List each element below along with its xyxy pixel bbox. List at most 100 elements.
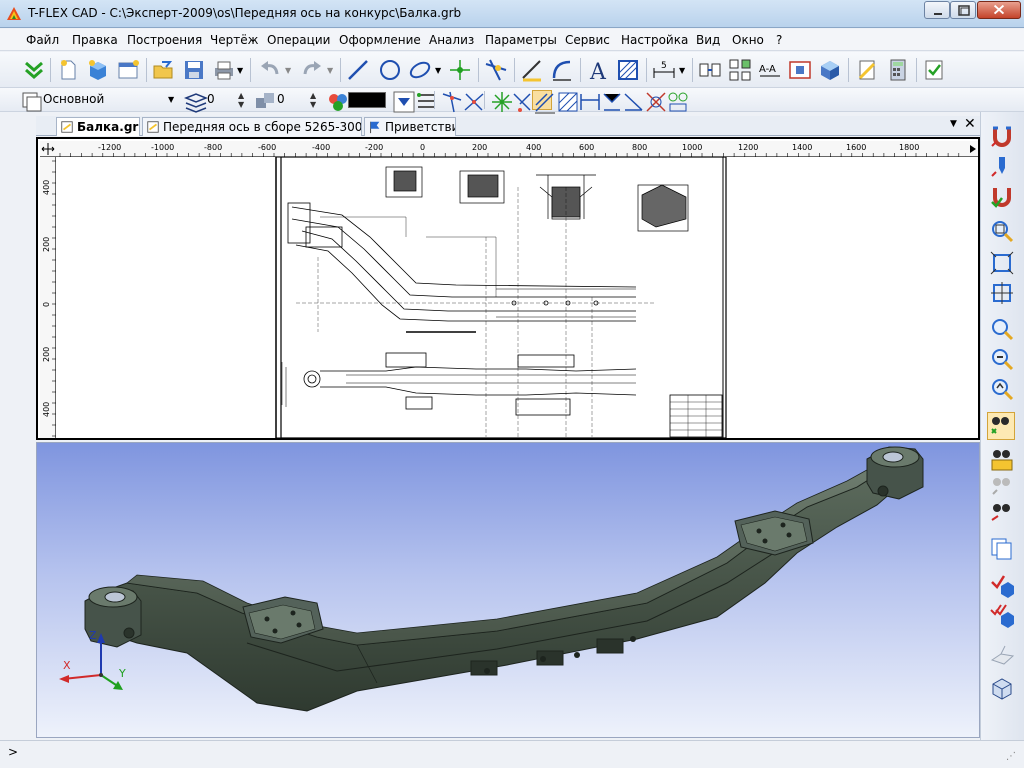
show-points-icon[interactable] [987,412,1015,440]
ruler-tick: 800 [632,143,647,152]
list-filter-icon[interactable] [414,90,434,108]
print-icon[interactable] [212,58,236,82]
hatch-snap-icon[interactable] [556,90,578,112]
edit-construction-icon[interactable] [484,58,508,82]
fit-all-icon[interactable] [989,250,1015,276]
close-button[interactable] [977,1,1021,19]
redo-dropdown-icon[interactable]: ▼ [327,66,333,75]
magnet-check-icon[interactable] [989,184,1015,210]
snap-intersect-icon[interactable] [510,90,531,112]
maximize-button[interactable] [950,1,976,19]
close-tab-icon[interactable]: ✕ [964,116,976,132]
3d-cube-icon[interactable] [989,676,1015,702]
dimension-snap-icon[interactable] [578,90,600,110]
line-icon[interactable] [346,58,370,82]
fillet-icon[interactable] [550,58,574,82]
attributes-icon[interactable]: A-A [758,58,782,82]
ruler-tick: -200 [365,143,383,152]
menu-annotation[interactable]: Оформление [339,33,421,47]
fragment-icon[interactable] [698,58,722,82]
color-swatch[interactable] [348,92,386,108]
zoom-in-icon[interactable] [989,316,1015,342]
menu-operations[interactable]: Операции [267,33,330,47]
zoom-window-icon[interactable] [989,218,1015,244]
tab-label: Приветствие [385,120,455,134]
bom-icon[interactable] [856,58,880,82]
zoom-out-icon[interactable] [989,346,1015,372]
dimension-icon[interactable]: 5 [652,58,676,82]
grid-snap-icon[interactable] [666,90,688,112]
ellipse-dropdown-icon[interactable]: ▼ [435,66,441,75]
snap-1-icon[interactable] [440,90,462,113]
dimension-dropdown-icon[interactable]: ▼ [679,66,685,75]
menu-view[interactable]: Вид [696,33,720,47]
multi-check-model-icon[interactable] [989,602,1015,628]
menu-analysis[interactable]: Анализ [429,33,474,47]
command-prompt[interactable]: > [8,745,18,759]
menu-drawing[interactable]: Чертёж [210,33,258,47]
magnet-snap-icon[interactable] [989,124,1015,150]
tab-welcome[interactable]: Приветствие [364,117,456,136]
tab-balka[interactable]: Балка.grb [56,117,140,136]
zoom-previous-icon[interactable] [989,376,1015,402]
show-hidden-icon[interactable] [989,446,1015,472]
hatch-icon[interactable] [616,58,640,82]
new-drawing-icon[interactable] [116,58,140,82]
view-icon[interactable] [788,58,812,82]
snap-active-icon[interactable] [532,90,555,114]
check-document-icon[interactable] [922,58,946,82]
drawing-viewport[interactable]: -1200 -1000 -800 -600 -400 -200 0 200 40… [36,137,980,440]
fit-page-icon[interactable] [989,280,1015,306]
circle-icon[interactable] [378,58,402,82]
new-document-icon[interactable] [56,58,80,82]
snap-2-icon[interactable] [462,90,484,111]
page-select[interactable]: Основной [40,91,178,109]
menu-edit[interactable]: Правка [72,33,118,47]
minimize-button[interactable] [924,1,950,19]
new-3d-model-icon[interactable] [86,58,110,82]
level-spinner-icon[interactable]: ▲ ▼ [310,91,316,109]
filter-icon[interactable] [392,90,415,113]
confirm-icon[interactable] [22,58,46,82]
3d-view-icon[interactable] [818,58,842,82]
angle-snap-icon[interactable] [622,90,643,111]
redo-icon[interactable] [300,58,324,82]
menu-window[interactable]: Окно [732,33,764,47]
page-dropdown-icon[interactable]: ▼ [168,95,174,104]
tangent-snap-icon[interactable] [644,90,666,112]
ellipse-icon[interactable] [408,58,432,82]
color-palette-icon[interactable] [326,90,347,111]
menu-settings[interactable]: Настройка [621,33,688,47]
text-icon[interactable]: A [586,58,610,85]
calculator-icon[interactable] [886,58,910,82]
draw-line-icon[interactable] [520,58,544,82]
save-icon[interactable] [182,58,206,82]
check-model-icon[interactable] [989,572,1015,598]
menu-file[interactable]: Файл [26,33,59,47]
layer-spinner-icon[interactable]: ▲ ▼ [238,91,244,109]
print-dropdown-icon[interactable]: ▼ [237,66,243,75]
undo-dropdown-icon[interactable]: ▼ [285,66,291,75]
show-construction-icon[interactable] [989,500,1015,526]
resize-grip-icon[interactable]: ⋰ [1006,751,1016,762]
menu-parameters[interactable]: Параметры [485,33,557,47]
snap-node-icon[interactable] [490,90,512,112]
document-tabs: Балка.grb Передняя ось в сборе 5265-3000… [36,116,980,136]
align-snap-icon[interactable] [600,90,621,111]
probe-icon[interactable] [989,154,1015,180]
ruler-origin-icon[interactable] [41,143,55,155]
structure-icon[interactable] [728,58,752,82]
open-icon[interactable] [152,58,176,82]
3d-viewport[interactable]: X Y Z [36,442,980,738]
menu-service[interactable]: Сервис [565,33,610,47]
ruler-tick: -1000 [151,143,174,152]
tabs-dropdown-icon[interactable]: ▼ [950,119,957,129]
workplane-icon[interactable] [989,642,1015,668]
node-icon[interactable] [448,58,472,82]
menu-help[interactable]: ? [776,33,782,47]
pages-icon[interactable] [989,536,1015,562]
undo-icon[interactable] [258,58,282,82]
show-faded-icon[interactable] [989,474,1015,500]
menu-construct[interactable]: Построения [127,33,202,47]
tab-assembly[interactable]: Передняя ось в сборе 5265-30000... [142,117,362,136]
